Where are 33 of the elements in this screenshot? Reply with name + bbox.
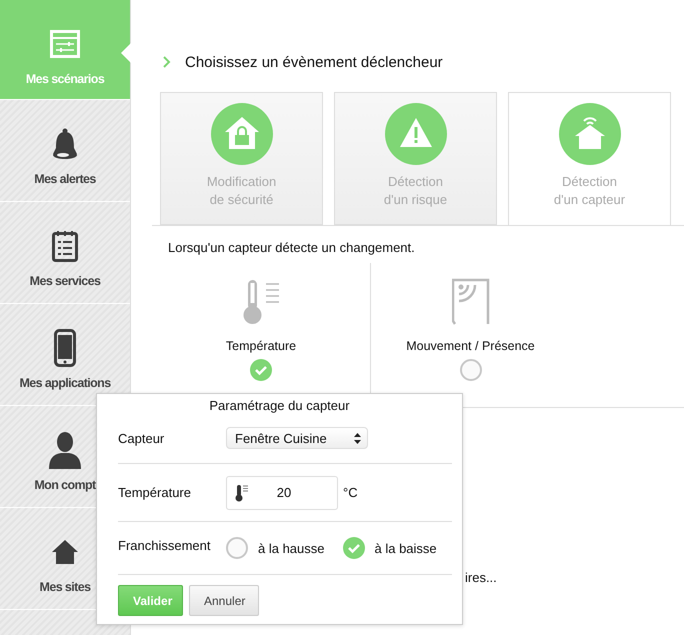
radio-checked[interactable]	[250, 359, 272, 381]
chevron-icon	[163, 56, 171, 68]
radio-label: à la baisse	[374, 540, 437, 556]
updown-arrows-icon	[354, 432, 361, 444]
circle-badge-icon	[210, 103, 272, 165]
sliders-window-icon	[50, 30, 80, 58]
motion-sensor-icon	[452, 278, 490, 326]
panel-description: Lorsqu'un capteur détecte un changement.	[167, 239, 416, 255]
radio-checked[interactable]	[342, 537, 364, 559]
temperature-input[interactable]: 20	[226, 476, 338, 510]
person-icon	[47, 431, 83, 469]
radio-button[interactable]	[226, 537, 248, 559]
sidebar-item[interactable]: Mes alertes	[0, 100, 130, 202]
sensor-type-label: Température	[226, 339, 296, 353]
partial-text: ires...	[465, 570, 498, 585]
section-heading: Choisissez un évènement déclencheur	[185, 54, 443, 70]
sensor-select[interactable]: Fenêtre Cuisine	[226, 427, 368, 449]
unit-label: °C	[343, 485, 358, 500]
thermometer-icon	[235, 484, 249, 502]
radio-label: à la hausse	[258, 540, 324, 556]
bell-icon	[50, 128, 80, 160]
circle-badge-icon	[558, 103, 620, 165]
radio-button[interactable]	[460, 359, 482, 381]
dialog-title: Paramétrage du capteur	[209, 398, 350, 413]
checklist-icon	[52, 230, 78, 262]
sensor-type-label: Mouvement / Présence	[406, 339, 535, 353]
sidebar-item[interactable]: Mes applications	[0, 304, 130, 406]
active-pointer	[121, 43, 131, 63]
phone-icon	[54, 329, 76, 367]
cancel-button[interactable]: Annuler	[189, 585, 259, 616]
circle-badge-icon	[384, 103, 446, 165]
sidebar-item[interactable]: Mes services	[0, 202, 130, 304]
house-icon	[51, 539, 79, 565]
